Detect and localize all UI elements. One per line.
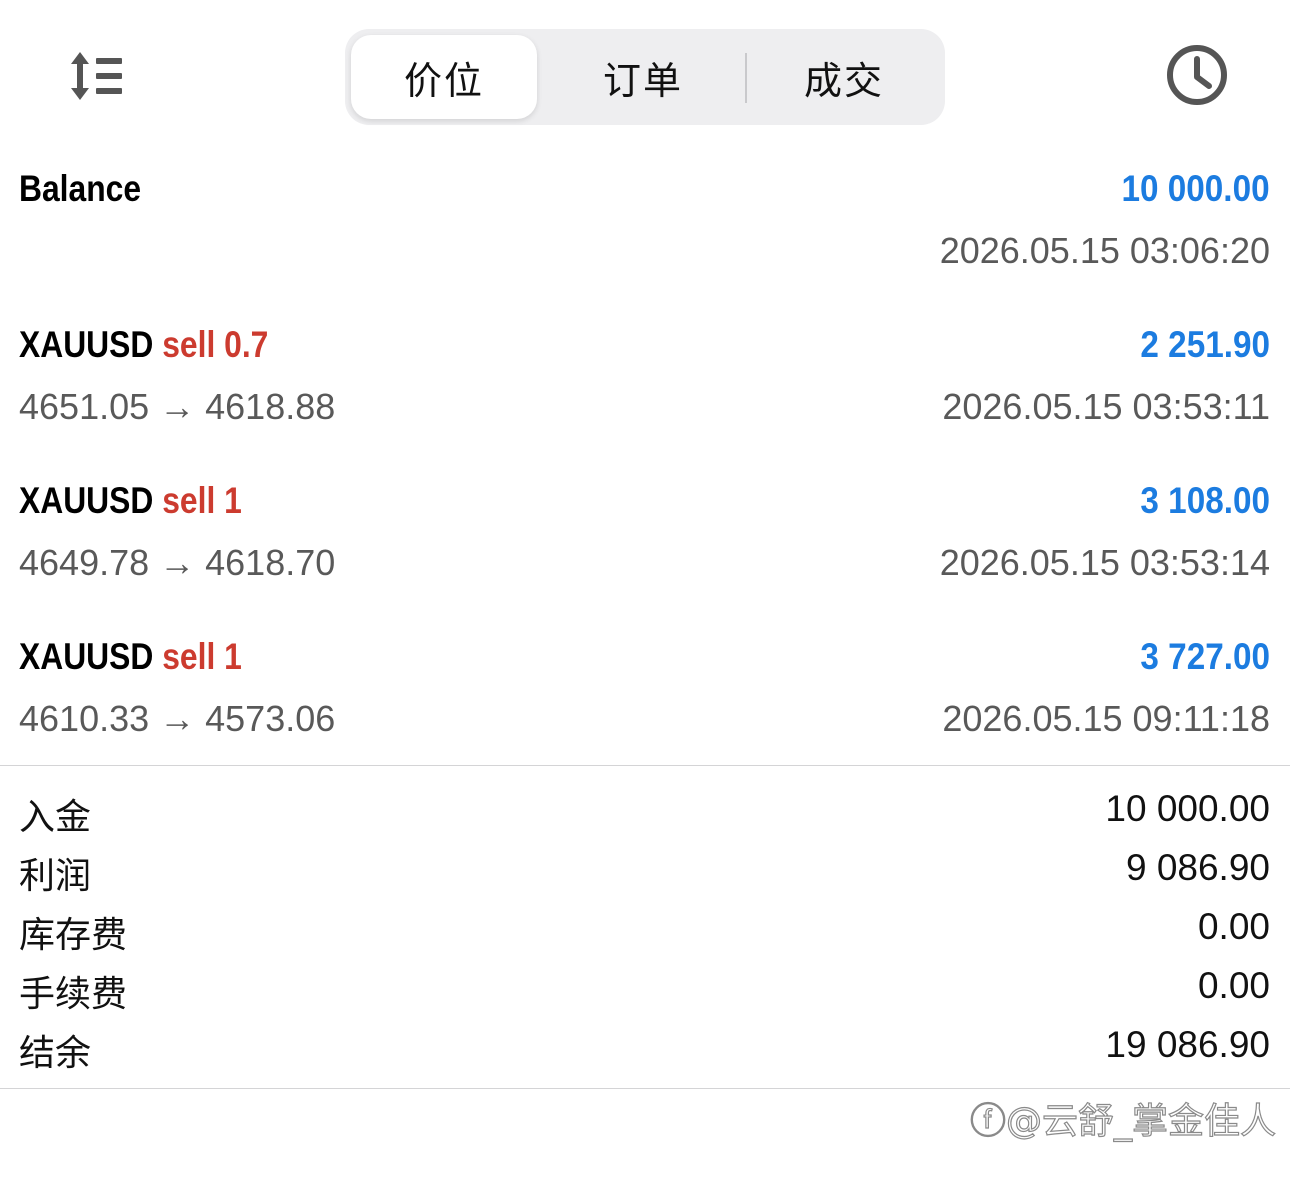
volume-text: 1 xyxy=(224,480,242,521)
deal-symbol: XAUUSD sell 0.7 xyxy=(19,324,268,366)
deal-time: 2026.05.15 03:53:11 xyxy=(942,386,1270,427)
summary-row-commission: 手续费 0.00 xyxy=(0,965,1290,1021)
deal-side: sell 1 xyxy=(162,636,242,677)
balance-label: Balance xyxy=(19,168,142,209)
sort-lines-icon[interactable] xyxy=(64,48,126,104)
deal-time: 2026.05.15 09:11:18 xyxy=(942,698,1270,739)
summary-row-swap: 库存费 0.00 xyxy=(0,906,1290,962)
summary-value: 19 086.90 xyxy=(1105,1024,1270,1065)
deal-prices: 4610.33 → 4573.06 xyxy=(19,698,336,739)
deal-row[interactable]: XAUUSD sell 1 3 108.00 4649.78 → 4618.70… xyxy=(0,480,1290,590)
deal-row[interactable]: XAUUSD sell 0.7 2 251.90 4651.05 → 4618.… xyxy=(0,324,1290,434)
tab-segmented-control: 价位 订单 成交 xyxy=(345,29,945,125)
balance-time: 2026.05.15 03:06:20 xyxy=(939,230,1270,271)
volume-text: 1 xyxy=(224,636,242,677)
deal-side: sell 0.7 xyxy=(162,324,268,365)
summary-label: 手续费 xyxy=(19,974,128,1015)
tab-deals[interactable]: 成交 xyxy=(749,35,939,119)
deal-prices: 4651.05 → 4618.88 xyxy=(19,386,336,427)
tab-orders[interactable]: 订单 xyxy=(545,35,741,119)
deal-time: 2026.05.15 03:53:14 xyxy=(939,542,1270,583)
summary-value: 10 000.00 xyxy=(1105,788,1270,829)
deal-side: sell 1 xyxy=(162,480,242,521)
deal-profit: 3 108.00 xyxy=(1140,480,1270,521)
summary-row-balance: 结余 19 086.90 xyxy=(0,1024,1290,1080)
summary-label: 入金 xyxy=(19,797,92,838)
deal-symbol: XAUUSD sell 1 xyxy=(19,636,242,678)
side-text: sell xyxy=(162,480,216,521)
watermark-text: ⓕ@云舒_掌金佳人 xyxy=(969,1100,1276,1142)
deal-prices: 4649.78 → 4618.70 xyxy=(19,542,336,583)
segment-divider xyxy=(745,53,747,103)
side-text: sell xyxy=(162,636,216,677)
summary-label: 库存费 xyxy=(19,915,128,956)
symbol-text: XAUUSD xyxy=(19,480,154,521)
balance-amount: 10 000.00 xyxy=(1121,168,1270,209)
summary-value: 0.00 xyxy=(1197,965,1270,1006)
clock-icon[interactable] xyxy=(1164,42,1230,108)
summary-row-profit: 利润 9 086.90 xyxy=(0,847,1290,903)
summary-value: 0.00 xyxy=(1197,906,1270,947)
summary-label: 结余 xyxy=(19,1033,92,1074)
symbol-text: XAUUSD xyxy=(19,324,154,365)
deal-profit: 3 727.00 xyxy=(1140,636,1270,677)
balance-row[interactable]: Balance 10 000.00 2026.05.15 03:06:20 xyxy=(0,168,1290,278)
deal-row[interactable]: XAUUSD sell 1 3 727.00 4610.33 → 4573.06… xyxy=(0,636,1290,746)
summary-label: 利润 xyxy=(19,856,92,897)
tab-positions[interactable]: 价位 xyxy=(351,35,537,119)
bottom-divider xyxy=(0,1088,1290,1089)
summary-divider xyxy=(0,765,1290,766)
deal-profit: 2 251.90 xyxy=(1140,324,1270,365)
summary-value: 9 086.90 xyxy=(1125,847,1270,888)
toolbar: 价位 订单 成交 xyxy=(0,0,1290,150)
deal-symbol: XAUUSD sell 1 xyxy=(19,480,242,522)
side-text: sell xyxy=(162,324,216,365)
symbol-text: XAUUSD xyxy=(19,636,154,677)
volume-text: 0.7 xyxy=(224,324,269,365)
summary-row-deposit: 入金 10 000.00 xyxy=(0,788,1290,844)
